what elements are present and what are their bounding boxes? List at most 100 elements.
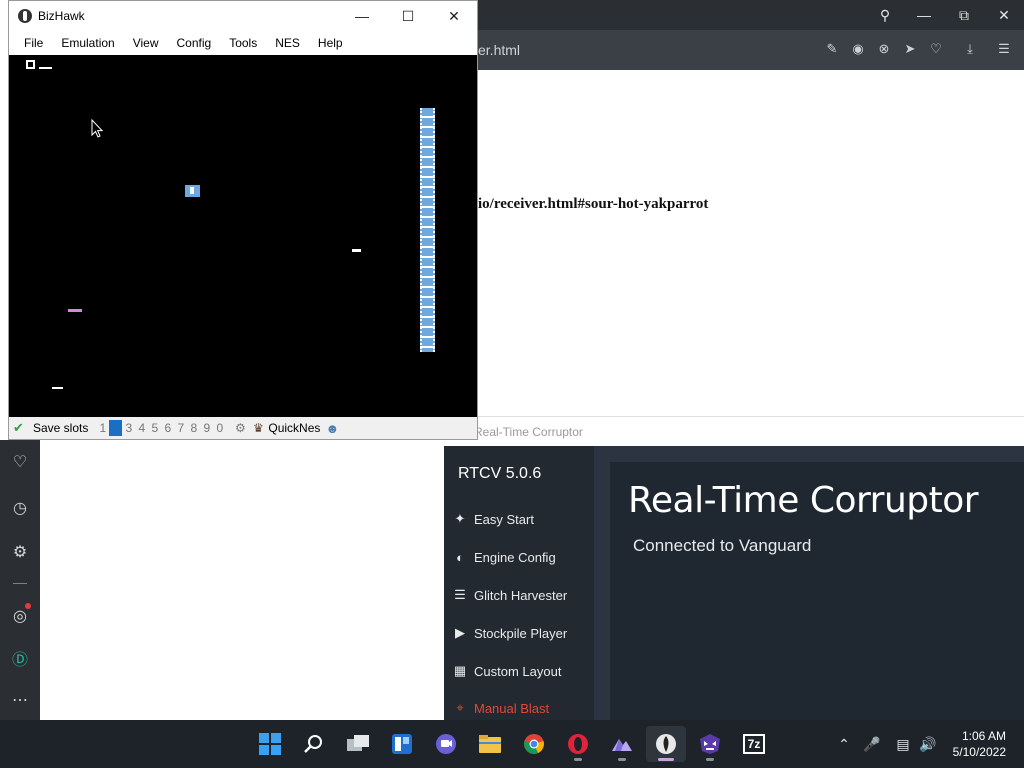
- browser-page: io/receiver.html#sour-hot-yakparrot: [478, 70, 1024, 416]
- 7zip-label: 7z: [743, 734, 765, 754]
- sprite-detail: [190, 187, 194, 194]
- emulation-status-icon: ⚙: [234, 421, 246, 435]
- menu-file[interactable]: File: [9, 31, 52, 55]
- menu-view[interactable]: View: [124, 31, 168, 55]
- bizhawk-logo-icon: [18, 9, 32, 23]
- nav-custom-layout[interactable]: ▦ Custom Layout: [452, 660, 562, 682]
- widgets-icon[interactable]: [382, 726, 422, 762]
- menu-emulation[interactable]: Emulation: [52, 31, 123, 55]
- close-icon[interactable]: ✕: [431, 1, 477, 31]
- target-icon: ⌖: [456, 700, 464, 715]
- maximize-icon[interactable]: ☐: [385, 1, 431, 31]
- rtcv-sidebar: RTCV 5.0.6 ✦ Easy Start ◐ Engine Config …: [444, 446, 594, 720]
- running-indicator: [618, 758, 626, 761]
- nav-stockpile-player[interactable]: ▶ Stockpile Player: [452, 622, 567, 644]
- menu-config[interactable]: Config: [168, 31, 221, 55]
- save-slot-5[interactable]: 5: [148, 421, 161, 435]
- emulator-screen[interactable]: [9, 55, 477, 417]
- grid-icon: ▦: [453, 663, 467, 678]
- sprite-line: [39, 67, 52, 69]
- bizhawk-titlebar[interactable]: BizHawk — ☐ ✕: [9, 1, 477, 31]
- save-slot-0[interactable]: 0: [213, 421, 226, 435]
- gauge-icon: ◐: [456, 549, 464, 565]
- opera-icon[interactable]: [558, 726, 598, 762]
- heart-icon[interactable]: ♡: [8, 450, 32, 474]
- notification-dot: [25, 603, 31, 609]
- heart-icon[interactable]: ♡: [928, 40, 944, 58]
- edit-icon[interactable]: ✎: [824, 40, 840, 58]
- save-slot-9[interactable]: 9: [200, 421, 213, 435]
- account-icon[interactable]: Ⓓ: [8, 646, 32, 670]
- microphone-icon[interactable]: 🎤: [862, 734, 882, 754]
- send-icon[interactable]: ➤: [902, 40, 918, 58]
- save-slot-8[interactable]: 8: [187, 421, 200, 435]
- download-icon[interactable]: ⤓: [962, 40, 978, 58]
- more-icon[interactable]: ⋯: [8, 688, 32, 712]
- camera-icon[interactable]: ◉: [850, 40, 866, 58]
- nav-label: Engine Config: [474, 549, 556, 565]
- menu-icon[interactable]: ☰: [996, 40, 1012, 58]
- minimize-icon[interactable]: —: [339, 1, 385, 31]
- menu-nes[interactable]: NES: [266, 31, 309, 55]
- 7zip-icon[interactable]: 7z: [734, 726, 774, 762]
- chevron-up-icon[interactable]: ⌃: [834, 734, 854, 754]
- browser-sidebar: ♡ ◷ ⚙ ◎ Ⓓ ⋯: [0, 440, 40, 720]
- menu-tools[interactable]: Tools: [220, 31, 266, 55]
- clock-date: 5/10/2022: [952, 745, 1006, 759]
- status-bar: ✔ Save slots 1 2 3 4 5 6 7 8 9 0 ⚙ ♛ Qui…: [9, 417, 477, 439]
- minimize-icon[interactable]: —: [904, 0, 944, 30]
- game-app-icon[interactable]: [602, 726, 642, 762]
- nav-manual-blast[interactable]: ⌖ Manual Blast: [452, 697, 549, 719]
- gear-icon[interactable]: ⚙: [8, 540, 32, 564]
- mouse-cursor-icon: [91, 119, 103, 138]
- address-text[interactable]: er.html: [478, 42, 520, 58]
- rtcv-icon[interactable]: [690, 726, 730, 762]
- volume-icon[interactable]: 🔊: [918, 734, 938, 754]
- rtcv-panel-top: [594, 446, 1024, 462]
- user-icon: ☻: [325, 420, 340, 436]
- save-slot-1[interactable]: 1: [96, 421, 109, 435]
- clock[interactable]: 1:06 AM 5/10/2022: [953, 728, 1006, 760]
- window-title: BizHawk: [38, 9, 85, 23]
- check-icon: ✔: [13, 420, 24, 435]
- search-icon[interactable]: ⚲: [866, 0, 904, 30]
- sprite-pink: [68, 309, 82, 312]
- nav-glitch-harvester[interactable]: ☰ Glitch Harvester: [452, 584, 567, 606]
- nav-label: Easy Start: [474, 511, 534, 527]
- page-link[interactable]: io/receiver.html#sour-hot-yakparrot: [478, 196, 708, 213]
- save-slot-6[interactable]: 6: [161, 421, 174, 435]
- network-icon[interactable]: ▤: [893, 734, 913, 754]
- bizhawk-icon[interactable]: [646, 726, 686, 762]
- nav-engine-config[interactable]: ◐ Engine Config: [452, 546, 556, 568]
- file-explorer-icon[interactable]: [470, 726, 510, 762]
- sidebar-divider: [13, 583, 27, 584]
- save-slot-3[interactable]: 3: [122, 421, 135, 435]
- save-slot-7[interactable]: 7: [174, 421, 187, 435]
- running-indicator: [706, 758, 714, 761]
- save-slot-4[interactable]: 4: [135, 421, 148, 435]
- close-icon[interactable]: ✕: [984, 0, 1024, 30]
- teams-chat-icon[interactable]: [426, 726, 466, 762]
- core-icon: ♛: [252, 421, 264, 435]
- menu-bar: File Emulation View Config Tools NES Hel…: [9, 31, 477, 55]
- menu-help[interactable]: Help: [309, 31, 352, 55]
- rtcv-titlebar: Real-Time Corruptor: [444, 416, 1024, 446]
- browser-address-bar: er.html ✎ ◉ ⊗ ➤ ♡ ⤓ ☰: [478, 30, 1024, 70]
- rtcv-version: RTCV 5.0.6: [458, 465, 542, 482]
- nav-label: Stockpile Player: [474, 625, 568, 641]
- rtcv-main-panel: Real-Time Corruptor Connected to Vanguar…: [610, 462, 1024, 720]
- sprite-dash: [352, 249, 361, 252]
- search-icon[interactable]: [294, 726, 334, 762]
- start-icon[interactable]: [250, 726, 290, 762]
- nav-easy-start[interactable]: ✦ Easy Start: [452, 508, 534, 530]
- rtcv-panel-gap: [594, 446, 610, 720]
- bizhawk-window: BizHawk — ☐ ✕ File Emulation View Config…: [8, 0, 478, 440]
- restore-icon[interactable]: ⧉: [944, 0, 984, 30]
- close-circle-icon[interactable]: ⊗: [876, 40, 892, 58]
- save-slot-2[interactable]: 2: [109, 420, 123, 436]
- wand-icon: ✦: [454, 511, 466, 526]
- clock-icon[interactable]: ◷: [8, 496, 32, 520]
- chrome-icon[interactable]: [514, 726, 554, 762]
- task-view-icon[interactable]: [338, 726, 378, 762]
- sprite-column: [420, 108, 435, 352]
